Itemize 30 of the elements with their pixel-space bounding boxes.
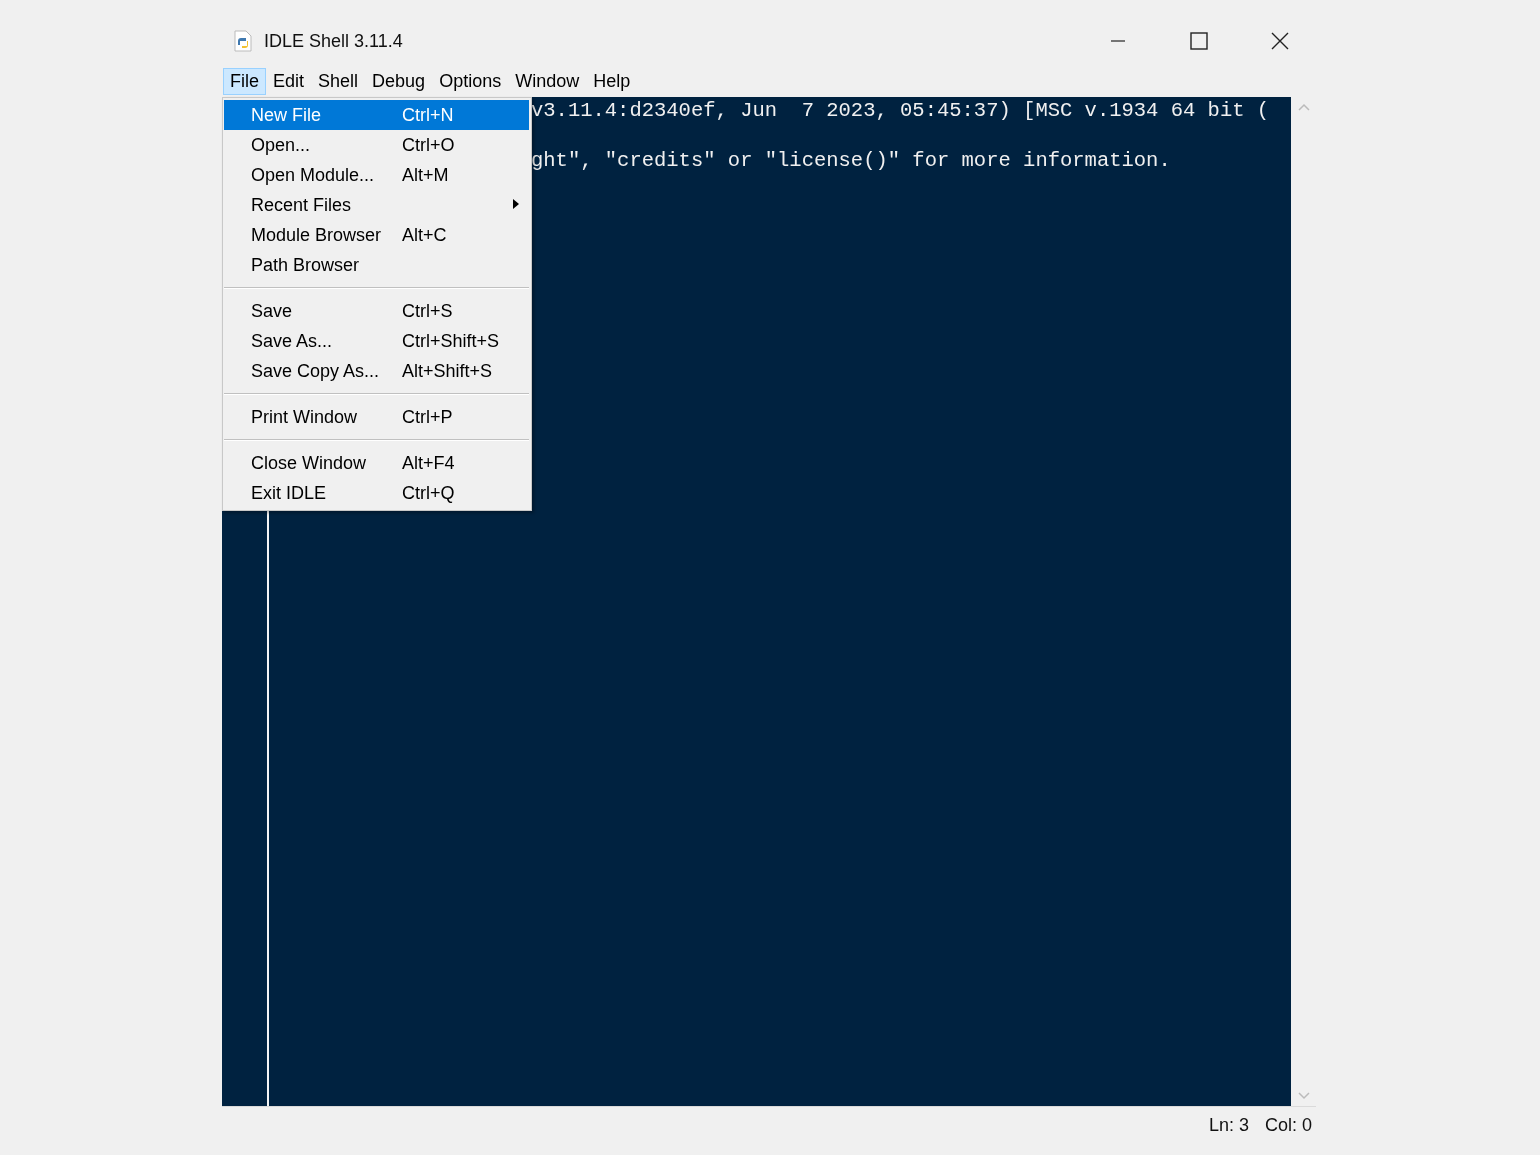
menu-item[interactable]: Help bbox=[586, 67, 638, 95]
close-icon bbox=[1270, 32, 1289, 50]
menu-item[interactable]: Options bbox=[432, 67, 509, 95]
menu-entry[interactable]: Save As... Ctrl+Shift+S bbox=[224, 326, 529, 356]
line-indicator: Ln: 3 bbox=[1208, 1114, 1249, 1136]
shell-output-line: v3.11.4:d2340ef, Jun 7 2023, 05:45:37) [MSC v.1934 64 bit ( bbox=[531, 98, 1270, 123]
menu-item[interactable]: Shell bbox=[311, 67, 366, 95]
menu-entry[interactable]: Recent Files bbox=[224, 190, 529, 220]
menu-entry[interactable]: Print Window Ctrl+P bbox=[224, 402, 529, 432]
menu-entry[interactable]: Exit IDLE Ctrl+Q bbox=[224, 478, 529, 508]
menu-entry[interactable]: Path Browser bbox=[224, 250, 529, 280]
menu-entry[interactable]: Save Ctrl+S bbox=[224, 296, 529, 326]
window-title: IDLE Shell 3.11.4 bbox=[264, 30, 404, 52]
menu-entry[interactable]: Module Browser Alt+C bbox=[224, 220, 529, 250]
scroll-down-icon[interactable] bbox=[1297, 1092, 1310, 1100]
menu-item[interactable]: File bbox=[223, 67, 266, 95]
menu-entry[interactable]: Save Copy As... Alt+Shift+S bbox=[224, 356, 529, 386]
menu-item[interactable]: Edit bbox=[266, 67, 312, 95]
menu-item[interactable]: Debug bbox=[365, 67, 433, 95]
maximize-icon bbox=[1189, 32, 1208, 50]
menu-item[interactable]: Window bbox=[508, 67, 587, 95]
menu-entry[interactable]: New File Ctrl+N bbox=[224, 100, 529, 130]
menu-entry[interactable]: Open... Ctrl+O bbox=[224, 130, 529, 160]
scroll-up-icon[interactable] bbox=[1297, 103, 1310, 111]
menu-entry[interactable]: Close Window Alt+F4 bbox=[224, 448, 529, 478]
minimize-icon bbox=[1109, 40, 1126, 42]
shell-output-line: ght", "credits" or "license()" for more information. bbox=[531, 148, 1171, 173]
submenu-arrow-icon bbox=[513, 199, 519, 209]
column-indicator: Col: 0 bbox=[1264, 1114, 1312, 1136]
menu-entry[interactable]: Open Module... Alt+M bbox=[224, 160, 529, 190]
